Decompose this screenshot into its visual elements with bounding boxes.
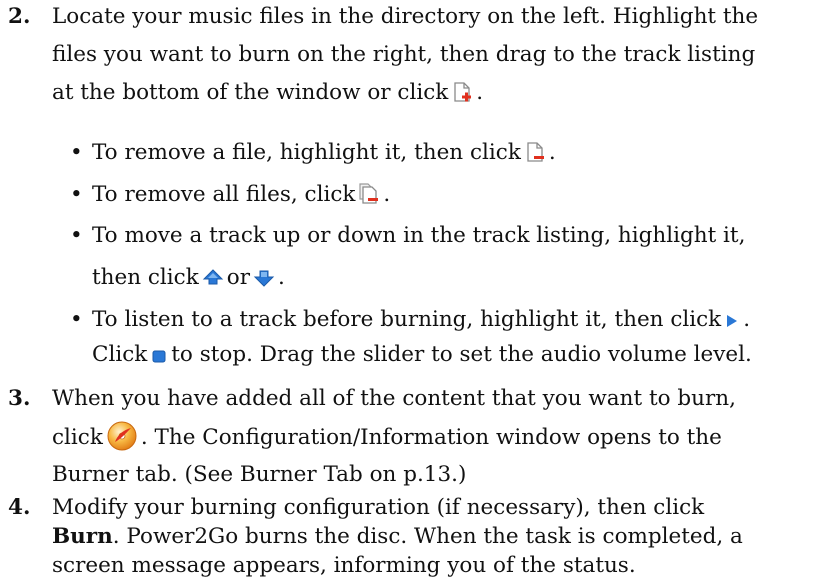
burn-button-reference: Burn	[52, 524, 113, 549]
remove-all-files-icon	[358, 182, 380, 216]
step-number: 4.	[8, 495, 31, 520]
document-page: 2. Locate your music files in the direct…	[0, 0, 830, 585]
step-text: When you have added all of the content t…	[52, 386, 736, 411]
bullet-dot: •	[70, 307, 83, 332]
bullet-dot: •	[70, 223, 83, 248]
step-text: files you want to burn on the right, the…	[52, 42, 756, 67]
step-number: 3.	[8, 386, 31, 411]
step-text: screen message appears, informing you of…	[52, 553, 636, 578]
burn-disc-icon	[106, 420, 138, 463]
step-text: at the bottom of the window or click.	[52, 76, 483, 114]
move-up-icon	[202, 265, 224, 299]
step-text: Locate your music files in the directory…	[52, 4, 759, 29]
step-text: Burner tab. (See Burner Tab on p.13.)	[52, 462, 467, 487]
step-number: 2.	[8, 4, 31, 29]
play-icon	[724, 307, 740, 341]
step-text: click. The Configuration/Information win…	[52, 420, 722, 463]
stop-icon	[150, 342, 168, 376]
move-down-icon	[253, 265, 275, 299]
bullet-dot: •	[70, 182, 83, 207]
remove-file-icon	[524, 140, 546, 174]
bullet-dot: •	[70, 140, 83, 165]
add-file-icon	[451, 80, 473, 114]
